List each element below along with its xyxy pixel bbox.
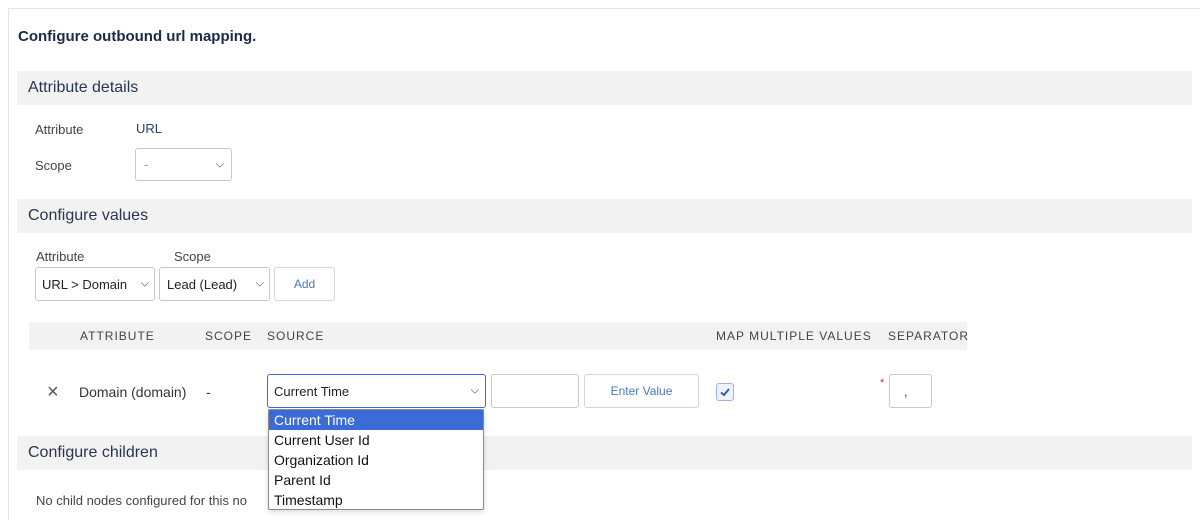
page-title: Configure outbound url mapping. bbox=[18, 28, 257, 45]
attribute-select-value: URL > Domain bbox=[42, 277, 128, 292]
th-scope: SCOPE bbox=[205, 329, 253, 343]
attribute-select[interactable]: URL > Domain ⌵ bbox=[35, 267, 155, 301]
section-configure-children: Configure children bbox=[17, 436, 1192, 470]
chevron-down-icon: ⌵ bbox=[255, 277, 264, 290]
source-dropdown-list[interactable]: Current Time Current User Id Organizatio… bbox=[268, 409, 484, 510]
chevron-down-icon: ⌵ bbox=[470, 384, 479, 397]
children-empty-text: No child nodes configured for this no bbox=[36, 493, 248, 508]
map-multiple-values-checkbox[interactable] bbox=[716, 383, 734, 401]
row-attribute: Domain (domain) bbox=[79, 384, 187, 400]
section-attribute-details: Attribute details bbox=[17, 71, 1192, 105]
add-button[interactable]: Add bbox=[274, 267, 335, 301]
source-select-value: Current Time bbox=[274, 384, 350, 399]
section-configure-values: Configure values bbox=[17, 199, 1192, 233]
chevron-down-icon: ⌵ bbox=[140, 277, 149, 290]
scope-select[interactable]: - ⌵ bbox=[135, 148, 232, 181]
checkmark-icon bbox=[720, 388, 730, 397]
enter-value-button[interactable]: Enter Value bbox=[584, 374, 699, 408]
dropdown-option-organization-id[interactable]: Organization Id bbox=[269, 450, 483, 470]
scope-lead-select-value: Lead (Lead) bbox=[167, 277, 238, 292]
row-scope: - bbox=[206, 384, 211, 400]
attribute-label: Attribute bbox=[35, 122, 84, 137]
scope-lead-select[interactable]: Lead (Lead) ⌵ bbox=[159, 267, 270, 301]
separator-value: , bbox=[904, 384, 908, 399]
required-marker: * bbox=[880, 377, 885, 389]
attribute-value: URL bbox=[136, 121, 163, 136]
th-attribute: ATTRIBUTE bbox=[80, 329, 155, 343]
close-icon[interactable]: × bbox=[47, 381, 59, 404]
values-scope-label: Scope bbox=[174, 249, 211, 264]
th-map-multiple-values: MAP MULTIPLE VALUES bbox=[716, 329, 872, 343]
scope-label: Scope bbox=[35, 158, 72, 173]
source-value-input[interactable] bbox=[491, 374, 579, 408]
dropdown-option-parent-id[interactable]: Parent Id bbox=[269, 470, 483, 490]
dropdown-option-timestamp[interactable]: Timestamp bbox=[269, 490, 483, 510]
scope-select-value: - bbox=[144, 157, 149, 172]
separator-input[interactable]: , bbox=[889, 374, 932, 408]
dropdown-option-current-user-id[interactable]: Current User Id bbox=[269, 430, 483, 450]
chevron-down-icon: ⌵ bbox=[215, 158, 224, 170]
th-separator: SEPARATOR bbox=[888, 329, 970, 343]
source-select[interactable]: Current Time ⌵ bbox=[267, 374, 486, 408]
dropdown-option-current-time[interactable]: Current Time bbox=[269, 410, 483, 430]
th-source: SOURCE bbox=[267, 329, 325, 343]
values-attribute-label: Attribute bbox=[36, 249, 85, 264]
